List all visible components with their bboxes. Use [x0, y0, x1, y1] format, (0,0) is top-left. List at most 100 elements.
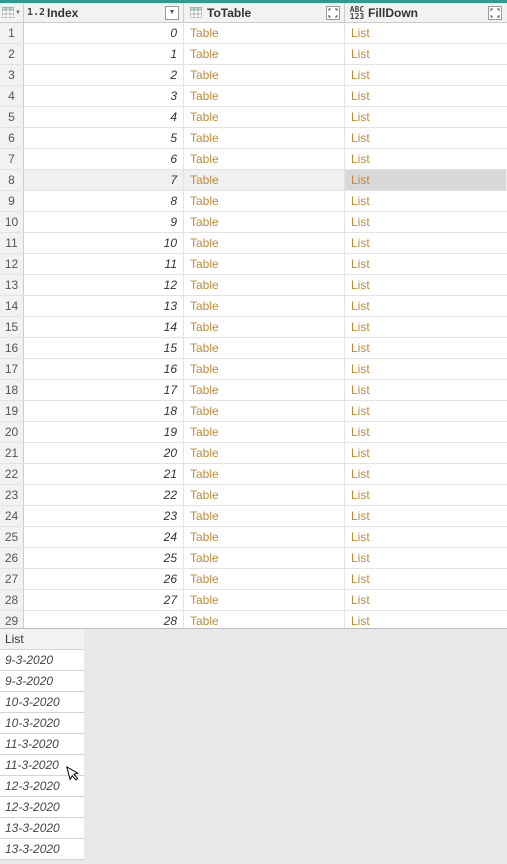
table-row[interactable]: 2726TableList: [0, 569, 507, 590]
cell-index[interactable]: 3: [24, 86, 184, 106]
cell-filldown[interactable]: List: [345, 443, 506, 463]
cell-filldown[interactable]: List: [345, 254, 506, 274]
table-row[interactable]: 10TableList: [0, 23, 507, 44]
row-number[interactable]: 7: [0, 149, 24, 169]
row-number[interactable]: 15: [0, 317, 24, 337]
filter-dropdown-button[interactable]: ▼: [165, 6, 179, 20]
row-number[interactable]: 16: [0, 338, 24, 358]
table-row[interactable]: 1817TableList: [0, 380, 507, 401]
cell-totable[interactable]: Table: [184, 233, 345, 253]
cell-filldown[interactable]: List: [345, 65, 506, 85]
cell-index[interactable]: 14: [24, 317, 184, 337]
cell-filldown[interactable]: List: [345, 338, 506, 358]
table-row[interactable]: 65TableList: [0, 128, 507, 149]
row-number[interactable]: 19: [0, 401, 24, 421]
table-row[interactable]: 1716TableList: [0, 359, 507, 380]
row-number[interactable]: 9: [0, 191, 24, 211]
cell-totable[interactable]: Table: [184, 317, 345, 337]
table-row[interactable]: 1514TableList: [0, 317, 507, 338]
cell-totable[interactable]: Table: [184, 107, 345, 127]
cell-filldown[interactable]: List: [345, 149, 506, 169]
table-row[interactable]: 2625TableList: [0, 548, 507, 569]
cell-index[interactable]: 15: [24, 338, 184, 358]
row-number[interactable]: 4: [0, 86, 24, 106]
cell-filldown[interactable]: List: [345, 590, 506, 610]
cell-filldown[interactable]: List: [345, 527, 506, 547]
cell-totable[interactable]: Table: [184, 191, 345, 211]
row-number[interactable]: 3: [0, 65, 24, 85]
cell-filldown[interactable]: List: [345, 569, 506, 589]
cell-index[interactable]: 28: [24, 611, 184, 628]
cell-totable[interactable]: Table: [184, 485, 345, 505]
expand-column-button[interactable]: [488, 6, 502, 20]
cell-totable[interactable]: Table: [184, 422, 345, 442]
expand-column-button[interactable]: [326, 6, 340, 20]
row-number[interactable]: 10: [0, 212, 24, 232]
cell-totable[interactable]: Table: [184, 23, 345, 43]
table-row[interactable]: 2120TableList: [0, 443, 507, 464]
cell-index[interactable]: 11: [24, 254, 184, 274]
cell-index[interactable]: 4: [24, 107, 184, 127]
cell-index[interactable]: 8: [24, 191, 184, 211]
list-item[interactable]: 10-3-2020: [0, 713, 84, 734]
cell-index[interactable]: 20: [24, 443, 184, 463]
table-row[interactable]: 2019TableList: [0, 422, 507, 443]
cell-totable[interactable]: Table: [184, 380, 345, 400]
row-number[interactable]: 23: [0, 485, 24, 505]
cell-filldown[interactable]: List: [345, 107, 506, 127]
row-number[interactable]: 11: [0, 233, 24, 253]
cell-index[interactable]: 21: [24, 464, 184, 484]
column-header-totable[interactable]: ToTable: [184, 3, 345, 22]
cell-totable[interactable]: Table: [184, 296, 345, 316]
list-item[interactable]: 13-3-2020: [0, 818, 84, 839]
cell-index[interactable]: 27: [24, 590, 184, 610]
row-number[interactable]: 25: [0, 527, 24, 547]
row-number[interactable]: 27: [0, 569, 24, 589]
cell-filldown[interactable]: List: [345, 506, 506, 526]
cell-filldown[interactable]: List: [345, 422, 506, 442]
cell-index[interactable]: 26: [24, 569, 184, 589]
list-item[interactable]: 9-3-2020: [0, 650, 84, 671]
cell-totable[interactable]: Table: [184, 548, 345, 568]
row-number[interactable]: 22: [0, 464, 24, 484]
cell-index[interactable]: 9: [24, 212, 184, 232]
list-item[interactable]: 10-3-2020: [0, 692, 84, 713]
table-row[interactable]: 2928TableList: [0, 611, 507, 628]
cell-filldown[interactable]: List: [345, 401, 506, 421]
cell-totable[interactable]: Table: [184, 86, 345, 106]
row-number[interactable]: 8: [0, 170, 24, 190]
select-all-corner[interactable]: ▼: [0, 3, 24, 22]
cell-totable[interactable]: Table: [184, 254, 345, 274]
cell-totable[interactable]: Table: [184, 338, 345, 358]
cell-filldown[interactable]: List: [345, 191, 506, 211]
table-row[interactable]: 2322TableList: [0, 485, 507, 506]
cell-totable[interactable]: Table: [184, 464, 345, 484]
cell-index[interactable]: 25: [24, 548, 184, 568]
table-row[interactable]: 43TableList: [0, 86, 507, 107]
cell-totable[interactable]: Table: [184, 401, 345, 421]
cell-totable[interactable]: Table: [184, 212, 345, 232]
cell-filldown[interactable]: List: [345, 359, 506, 379]
table-row[interactable]: 54TableList: [0, 107, 507, 128]
cell-totable[interactable]: Table: [184, 149, 345, 169]
list-item[interactable]: 12-3-2020: [0, 797, 84, 818]
cell-filldown[interactable]: List: [345, 464, 506, 484]
cell-totable[interactable]: Table: [184, 275, 345, 295]
cell-filldown[interactable]: List: [345, 170, 506, 190]
cell-totable[interactable]: Table: [184, 590, 345, 610]
table-row[interactable]: 1312TableList: [0, 275, 507, 296]
table-row[interactable]: 1413TableList: [0, 296, 507, 317]
row-number[interactable]: 29: [0, 611, 24, 628]
cell-index[interactable]: 10: [24, 233, 184, 253]
list-item[interactable]: 13-3-2020: [0, 839, 84, 860]
cell-filldown[interactable]: List: [345, 380, 506, 400]
table-row[interactable]: 2221TableList: [0, 464, 507, 485]
cell-totable[interactable]: Table: [184, 170, 345, 190]
cell-index[interactable]: 16: [24, 359, 184, 379]
table-row[interactable]: 21TableList: [0, 44, 507, 65]
row-number[interactable]: 6: [0, 128, 24, 148]
cell-totable[interactable]: Table: [184, 611, 345, 628]
row-number[interactable]: 2: [0, 44, 24, 64]
list-item[interactable]: 12-3-2020: [0, 776, 84, 797]
table-row[interactable]: 2423TableList: [0, 506, 507, 527]
